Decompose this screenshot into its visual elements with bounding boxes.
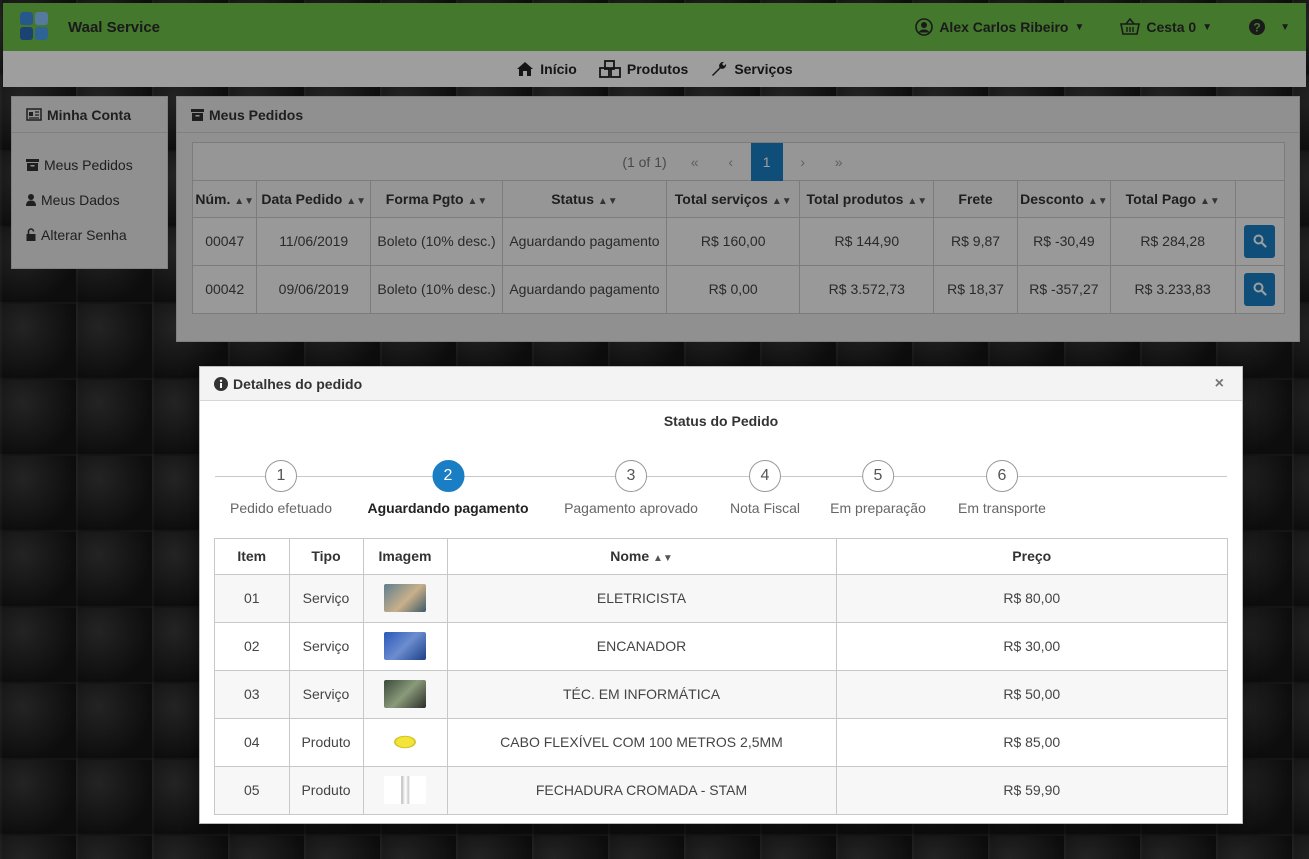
order-items-table: Item Tipo Imagem Nome ▲▼ Preço 01 Serviç… xyxy=(215,539,1227,814)
step-3[interactable]: 3 Pagamento aprovado xyxy=(564,460,698,516)
step-number: 6 xyxy=(986,460,1018,492)
info-circle-icon xyxy=(214,376,228,391)
cell-type: Serviço xyxy=(289,622,364,671)
order-status-steps: 1 Pedido efetuado 2 Aguardando pagamento… xyxy=(215,447,1227,517)
table-row: 05 Produto FECHADURA CROMADA - STAM R$ 5… xyxy=(215,766,1227,814)
table-row: 03 Serviço TÉC. EM INFORMÁTICA R$ 50,00 xyxy=(215,670,1227,719)
step-label: Em transporte xyxy=(958,500,1046,516)
column-header-image: Imagem xyxy=(363,539,448,575)
table-row: 02 Serviço ENCANADOR R$ 30,00 xyxy=(215,622,1227,671)
step-number: 2 xyxy=(431,460,464,492)
cell-image xyxy=(363,718,448,767)
cell-item: 04 xyxy=(215,718,290,767)
product-thumbnail xyxy=(384,728,426,756)
cell-item: 03 xyxy=(215,670,290,719)
column-header-item: Item xyxy=(215,539,290,575)
column-header-type: Tipo xyxy=(289,539,364,575)
step-label: Em preparação xyxy=(830,500,926,516)
product-thumbnail xyxy=(384,776,426,805)
step-1[interactable]: 1 Pedido efetuado xyxy=(230,460,332,516)
cell-image xyxy=(363,574,448,623)
step-label: Pedido efetuado xyxy=(230,500,332,516)
table-row: 01 Serviço ELETRICISTA R$ 80,00 xyxy=(215,574,1227,623)
sort-icon: ▲▼ xyxy=(653,553,673,565)
cell-type: Serviço xyxy=(289,670,364,719)
cell-image xyxy=(363,766,448,814)
column-header-price: Preço xyxy=(836,539,1227,575)
step-6[interactable]: 6 Em transporte xyxy=(958,460,1046,516)
cell-name: ENCANADOR xyxy=(447,622,837,671)
cell-name: FECHADURA CROMADA - STAM xyxy=(447,766,837,814)
product-thumbnail xyxy=(384,584,426,612)
step-number: 3 xyxy=(615,460,647,492)
modal-title: Detalhes do pedido xyxy=(233,375,363,392)
cell-item: 01 xyxy=(215,574,290,623)
cell-type: Serviço xyxy=(289,574,364,623)
step-number: 5 xyxy=(862,460,894,492)
cell-name: CABO FLEXÍVEL COM 100 METROS 2,5MM xyxy=(447,718,837,767)
cell-price: R$ 59,90 xyxy=(836,766,1227,814)
cell-image xyxy=(363,670,448,719)
step-label: Nota Fiscal xyxy=(729,500,801,516)
step-number: 4 xyxy=(749,460,781,492)
cell-type: Produto xyxy=(289,766,364,814)
product-thumbnail xyxy=(384,680,426,708)
cell-image xyxy=(363,622,448,671)
step-5[interactable]: 5 Em preparação xyxy=(830,460,926,516)
cell-price: R$ 50,00 xyxy=(836,670,1227,719)
cell-name: ELETRICISTA xyxy=(447,574,837,623)
cell-item: 02 xyxy=(215,622,290,671)
step-4[interactable]: 4 Nota Fiscal xyxy=(730,460,800,516)
step-2[interactable]: 2 Aguardando pagamento xyxy=(367,460,529,516)
close-icon[interactable]: × xyxy=(1215,375,1224,393)
order-details-modal: Detalhes do pedido × Status do Pedido 1 … xyxy=(199,366,1243,824)
table-row: 04 Produto CABO FLEXÍVEL COM 100 METROS … xyxy=(215,718,1227,767)
order-status-title: Status do Pedido xyxy=(663,413,779,429)
cell-price: R$ 80,00 xyxy=(836,574,1227,623)
cell-item: 05 xyxy=(215,766,290,814)
step-label: Aguardando pagamento xyxy=(367,500,529,516)
cell-price: R$ 30,00 xyxy=(836,622,1227,671)
cell-price: R$ 85,00 xyxy=(836,718,1227,767)
column-header-name[interactable]: Nome ▲▼ xyxy=(447,539,837,575)
modal-header: Detalhes do pedido × xyxy=(200,367,1242,401)
cell-name: TÉC. EM INFORMÁTICA xyxy=(447,670,837,719)
step-number: 1 xyxy=(264,460,297,492)
step-label: Pagamento aprovado xyxy=(564,500,698,516)
cell-type: Produto xyxy=(289,718,364,767)
order-items-table-container: Item Tipo Imagem Nome ▲▼ Preço 01 Serviç… xyxy=(214,538,1228,815)
product-thumbnail xyxy=(384,632,426,660)
